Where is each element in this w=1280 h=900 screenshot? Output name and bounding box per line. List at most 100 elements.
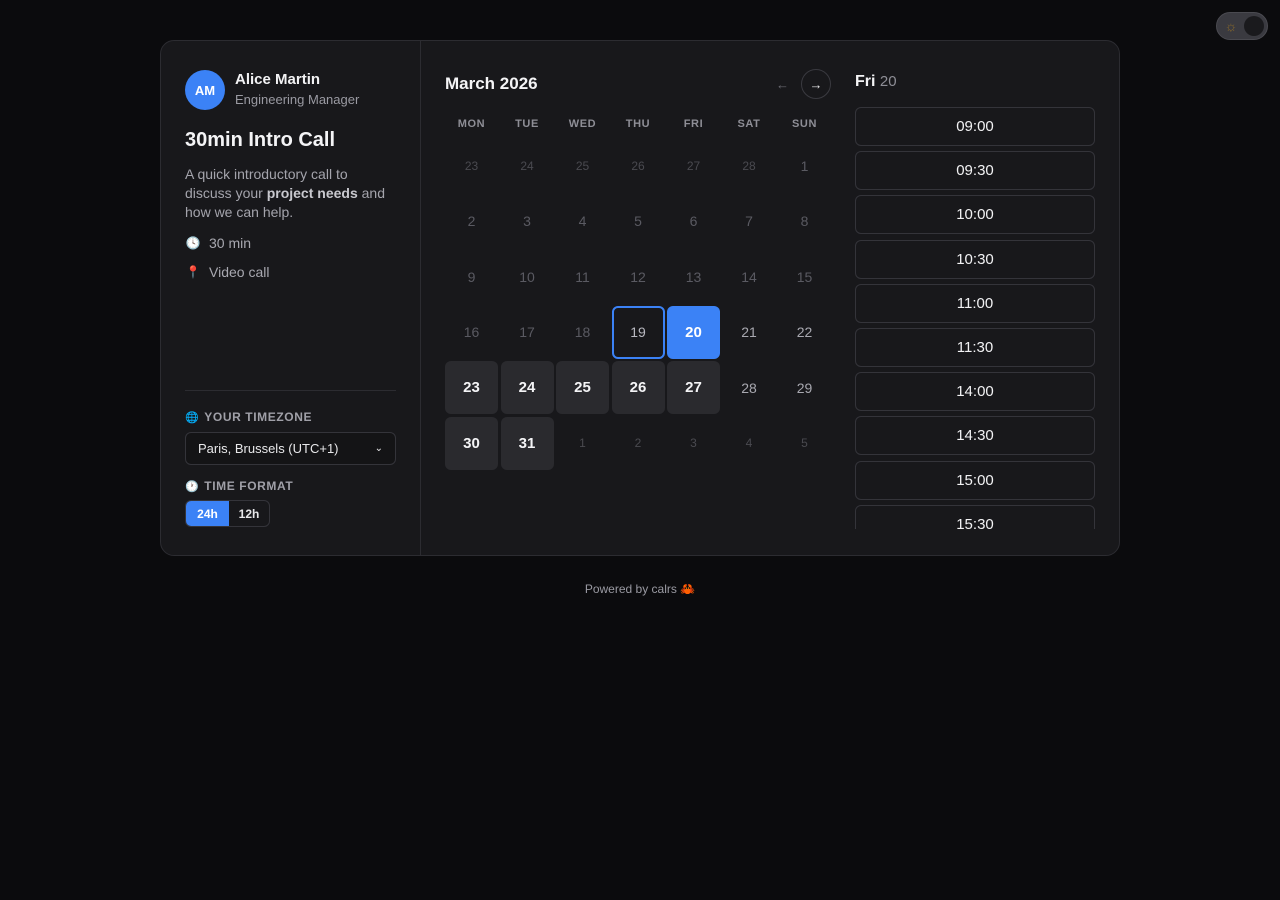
description-highlight: project needs (266, 185, 358, 201)
time-slots: Fri 20 09:00 09:30 10:00 10:30 11:00 11:30 14:… (855, 69, 1095, 529)
divider (185, 390, 396, 391)
globe-icon: 🌐 (185, 411, 200, 424)
prev-month-button[interactable]: ← (776, 77, 789, 92)
day-cell: 14 (741, 268, 757, 285)
host-info: AM Alice Martin Engineering Manager (185, 70, 396, 110)
time-slot-button[interactable]: 14:30 (855, 416, 1095, 456)
clock-icon: 🕓 (185, 236, 201, 250)
pin-icon: 📍 (185, 265, 201, 279)
day-cell[interactable]: 24 (500, 361, 554, 414)
time-slot-button[interactable]: 10:30 (855, 239, 1095, 279)
month-label: March 2026 (445, 74, 538, 93)
day-cell[interactable]: 31 (500, 416, 554, 470)
event-sidebar: AM Alice Martin Engineering Manager 30mi… (161, 41, 421, 555)
day-cell: 1 (579, 436, 586, 450)
day-cell: 18 (574, 324, 591, 340)
avatar: AM (185, 70, 225, 110)
day-cell: 5 (801, 436, 808, 450)
format-12h-button[interactable]: 12h (229, 501, 269, 526)
day-cell: 3 (523, 213, 531, 229)
time-format-label: 🕐 TIME FORMAT (185, 479, 294, 493)
weekday-label: FRI (683, 118, 704, 130)
calendar-grid: 23 24 25 26 27 28 1 2 3 4 5 6 7 8 9 10 11 12 13 14 15 16 17 18 1… (445, 139, 831, 470)
day-cell: 3 (690, 436, 697, 450)
time-slot-button[interactable]: 14:00 (855, 372, 1095, 412)
weekday-label: WED (568, 118, 597, 130)
day-cell: 7 (745, 213, 753, 229)
booking-card: AM Alice Martin Engineering Manager 30mi… (160, 40, 1120, 556)
location-row: 📍 Video call (185, 264, 396, 280)
host-name: Alice Martin (235, 71, 321, 88)
location-label: Video call (209, 264, 270, 280)
day-cell: 23 (464, 158, 479, 173)
day-cell: 24 (520, 158, 534, 173)
event-title: 30min Intro Call (185, 129, 336, 151)
format-24h-button[interactable]: 24h (186, 501, 229, 526)
duration-row: 🕓 30 min (185, 235, 396, 251)
footer: Powered by calrs 🦀 (0, 582, 1280, 596)
day-cell[interactable]: 25 (556, 361, 609, 414)
day-cell: 5 (634, 213, 642, 229)
weekday-header: MON TUE WED THU FRI SAT SUN (445, 118, 831, 130)
weekday-label: MON (457, 118, 486, 130)
day-cell: 1 (800, 157, 809, 174)
day-cell[interactable]: 27 (667, 361, 720, 414)
day-cell: 25 (575, 158, 590, 173)
day-cell-selected[interactable]: 20 (667, 305, 720, 359)
day-cell: 4 (578, 213, 587, 229)
day-cell: 2 (634, 436, 642, 450)
day-cell: 10 (519, 268, 535, 285)
day-cell[interactable]: 23 (445, 361, 498, 414)
day-cell[interactable]: 26 (611, 361, 665, 414)
timezone-label: 🌐 YOUR TIMEZONE (185, 410, 313, 424)
day-cell: 11 (575, 268, 590, 285)
day-cell: 27 (686, 158, 701, 173)
day-cell: 17 (519, 324, 535, 340)
time-format-toggle: 24h 12h (185, 500, 270, 527)
day-cell: 29 (796, 379, 813, 396)
sun-icon: ☼ (1224, 18, 1238, 34)
timezone-select[interactable]: Paris, Brussels (UTC+1) ⌄ (185, 432, 396, 465)
day-cell: 4 (745, 436, 753, 450)
time-slot-button[interactable]: 11:00 (855, 283, 1095, 323)
time-slot-button[interactable]: 09:00 (855, 107, 1095, 146)
time-slot-button[interactable]: 09:30 (855, 151, 1095, 191)
slots-date-header: Fri 20 (855, 73, 897, 90)
day-cell: 6 (689, 213, 698, 229)
event-description: A quick introductory call to discuss you… (185, 166, 385, 220)
day-cell: 8 (800, 213, 809, 229)
duration-label: 30 min (209, 235, 252, 251)
toggle-knob (1244, 16, 1264, 36)
clock-icon: 🕐 (185, 480, 200, 493)
time-slot-button[interactable]: 15:00 (855, 460, 1095, 500)
day-cell: 13 (685, 268, 702, 285)
weekday-label: TUE (515, 118, 539, 130)
day-cell-today: 19 (611, 305, 665, 359)
time-slot-button[interactable]: 15:30 (855, 504, 1095, 529)
time-slot-button[interactable]: 10:00 (855, 195, 1095, 235)
day-cell: 28 (741, 379, 757, 396)
host-role: Engineering Manager (235, 92, 360, 107)
calendar: March 2026 ← → MON TUE WED THU FRI SAT SUN 23 2… (445, 69, 831, 470)
day-cell: 9 (467, 268, 476, 285)
slot-list: 09:00 09:30 10:00 10:30 11:00 11:30 14:00 14:30… (855, 107, 1095, 529)
chevron-down-icon: ⌄ (374, 443, 383, 454)
next-month-button[interactable]: → (801, 69, 831, 99)
crab-icon: 🦀 (680, 582, 696, 596)
day-cell: 22 (796, 324, 813, 340)
day-cell: 2 (467, 213, 476, 229)
weekday-label: SAT (737, 118, 761, 130)
day-cell: 16 (463, 324, 480, 340)
weekday-label: THU (625, 118, 651, 130)
day-cell: 21 (741, 324, 757, 340)
time-slot-button[interactable]: 11:30 (855, 327, 1095, 367)
day-cell: 28 (742, 158, 756, 173)
day-cell[interactable]: 30 (445, 416, 498, 470)
day-cell: 12 (630, 268, 646, 285)
theme-toggle[interactable]: ☼ (1216, 12, 1268, 40)
timezone-value: Paris, Brussels (UTC+1) (198, 441, 339, 456)
weekday-label: SUN (791, 118, 818, 130)
day-cell: 15 (796, 268, 813, 285)
footer-text: Powered by calrs (584, 582, 677, 596)
day-cell: 26 (631, 158, 645, 173)
